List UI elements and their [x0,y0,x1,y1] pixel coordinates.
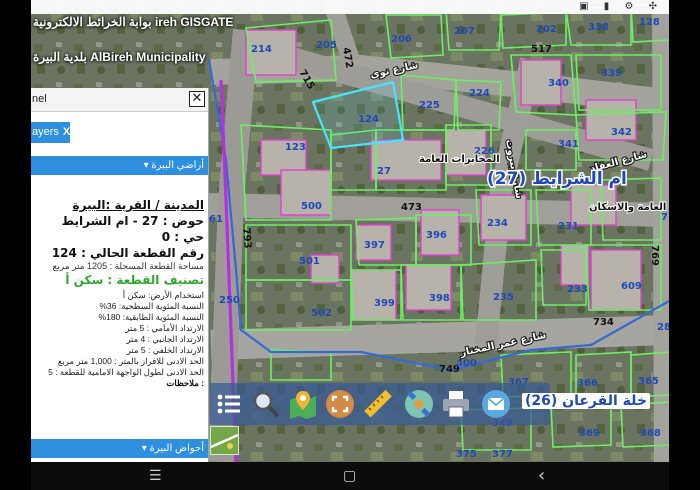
parcel-number: 398 [429,293,450,304]
info-min-area: الحد الادنى للافراز بالمتر : 1,000 متر م… [57,356,204,366]
print-icon[interactable] [440,388,472,420]
panel-title: nel [32,93,47,105]
mail-icon[interactable] [480,388,512,420]
parcel-number: 61 [209,214,223,225]
layers-tab[interactable]: ayers X [31,122,70,143]
parcel-number: 609 [621,281,642,292]
info-notes: : ملاحظات [166,378,204,388]
info-side-setback: الارتداد الجانبي : 4 متر [126,334,204,344]
parcel-number: 400 [456,358,477,369]
parcel-number: 206 [391,34,412,45]
parcel-number: 396 [426,230,447,241]
parcel-number: 234 [487,218,508,229]
map-pin-icon[interactable] [287,388,319,420]
parcel-number: 202 [536,24,557,35]
panel-close-button[interactable]: ✕ [189,91,205,107]
parcel-number: 377 [492,449,513,460]
info-city: المدينة / القرية :البيرة [72,198,204,212]
road-number: 793 [240,227,253,249]
info-area: مساحة القطعة المسجلة : 1205 متر مربع [52,261,204,271]
parcel-number: 205 [316,40,337,51]
parcel-number: 368 [640,428,661,439]
parcel-number: 397 [364,240,385,251]
basin-label: ام الشرايط (27) [487,169,627,189]
status-icons: ▣ ▮ ⚙ ✣ [579,1,663,12]
system-nav-bar: ☰ ▢ ‹ [31,462,669,490]
info-floor-ratio: النسبة المئوية الطابقية: 180% [98,312,204,322]
info-land-use: استخدام الأرض: سكن أ [122,290,204,300]
map-toolbar [210,383,550,425]
parcel-number: 339 [601,68,622,79]
ruler-icon[interactable] [361,388,393,420]
parcel-number: 473 [401,202,422,213]
parcel-number: 500 [301,201,322,212]
parcel-number: 124 [358,114,379,125]
info-panel: nel ✕ ayers X أراضي البيرة ▾ المدينة / ال… [31,88,209,462]
accordion-basins[interactable]: أحواض البيرة ▾ [31,439,208,458]
parcel-number: 502 [311,308,332,319]
parcel-number: 369 [579,428,600,439]
info-surface-ratio: النسبة المئوية السطحية: 36% [99,301,204,311]
parcel-number: 340 [548,78,569,89]
recent-apps-button[interactable]: ☰ [149,468,162,484]
parcel-number: 341 [558,139,579,150]
app-screen: 214 205 206 207 202 338 128 517 340 339 … [31,0,669,490]
info-min-frontage: الحد الادنى لطول الواجهة الامامية للقطعة… [48,367,204,377]
panel-header: nel ✕ [31,88,208,112]
info-plot: رقم القطعة الحالي : 124 [51,246,204,260]
layers-tab-close[interactable]: X [63,126,70,138]
parcel-number: 214 [251,44,272,55]
parcel-number: 235 [493,292,514,303]
satellite-icon[interactable] [403,388,435,420]
map-thumbnail-icon[interactable] [210,426,239,455]
status-strip: ▣ ▮ ⚙ ✣ [31,0,669,14]
parcel-number: 225 [419,100,440,111]
parcel-number: 399 [374,298,395,309]
poi-intelligence: المخابرات العامة [419,154,500,165]
parcel-number: 27 [377,166,391,177]
parcel-number: 250 [219,295,240,306]
app-title: بوابة الخرائط الالكترونية ireh GISGATE [33,15,234,29]
road-number: 769 [649,245,660,266]
info-classification: تصنيف القطعة : سكن أ [65,273,204,287]
list-icon[interactable] [213,388,245,420]
parcel-number: 517 [531,44,552,55]
poi-ministry: وزارة الاشغال العامة والاسكان [589,202,669,213]
parcel-number: 123 [285,142,306,153]
parcel-number: 366 [577,378,598,389]
parcel-number: 501 [299,256,320,267]
parcel-number: 233 [567,284,588,295]
parcel-number: 231 [558,221,579,232]
parcel-number: 734 [593,317,614,328]
parcel-number: 342 [611,127,632,138]
home-button[interactable]: ▢ [343,468,356,484]
info-front-setback: الارتداد الأمامي : 5 متر [125,323,204,333]
parcel-info: المدينة / القرية :البيرة حوض : 27 - ام ا… [31,198,204,389]
parcel-number: 224 [469,88,490,99]
layers-tab-label: ayers [32,126,59,138]
parcel-number: 7 [661,212,668,223]
municipality-title: بلدية البيرة AlBireh Municipality [33,50,206,64]
accordion-lands[interactable]: أراضي البيرة ▾ [31,156,208,175]
neighborhood-label: خلة القرعان (26) [522,393,650,409]
back-button[interactable]: ‹ [538,465,545,486]
parcel-number: 207 [454,26,475,37]
parcel-number: 375 [456,449,477,460]
info-back-setback: الارتداد الخلفي : 5 متر [126,345,204,355]
info-quarter: حي : 0 [161,230,204,244]
parcel-number: 28 [657,322,669,333]
info-basin: حوض : 27 - ام الشرايط [61,214,204,228]
search-icon[interactable] [250,388,282,420]
parcel-number: 128 [639,17,660,28]
zoom-extent-icon[interactable] [324,388,356,420]
parcel-number: 338 [588,22,609,33]
parcel-number: 365 [638,376,659,387]
